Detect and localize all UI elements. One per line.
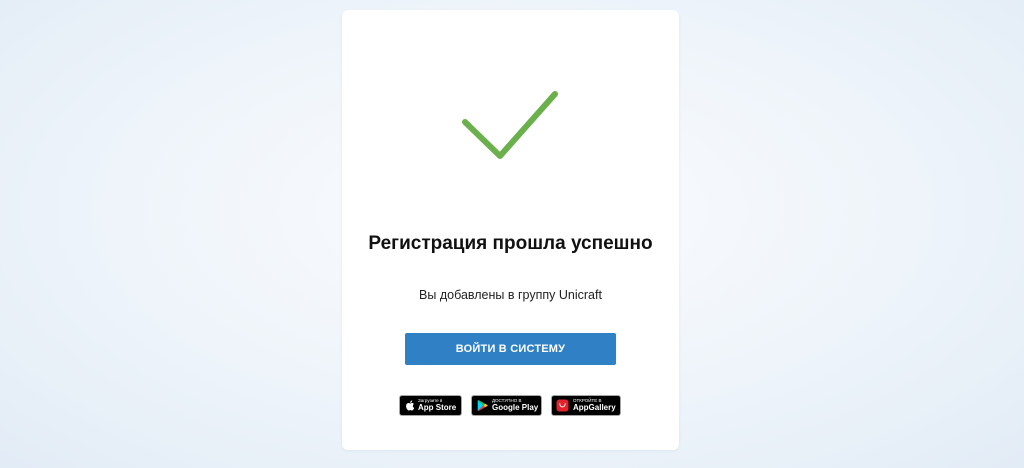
app-store-label: App Store bbox=[418, 403, 457, 412]
huawei-icon bbox=[556, 399, 569, 412]
google-play-label: Google Play bbox=[492, 403, 539, 412]
success-card: Регистрация прошла успешно Вы добавлены … bbox=[342, 10, 679, 450]
group-message: Вы добавлены в группу Unicraft bbox=[419, 288, 602, 302]
app-store-badge[interactable]: Загрузите в App Store bbox=[399, 395, 462, 416]
google-play-badge[interactable]: ДОСТУПНО В Google Play bbox=[471, 395, 542, 416]
app-store-badges: Загрузите в App Store ДОСТУПНО В Google … bbox=[399, 395, 624, 417]
google-play-icon bbox=[477, 400, 488, 411]
page-title: Регистрация прошла успешно bbox=[368, 233, 653, 254]
apple-icon bbox=[406, 400, 415, 411]
appgallery-label: AppGallery bbox=[573, 403, 616, 412]
login-button[interactable]: ВОЙТИ В СИСТЕМУ bbox=[405, 333, 616, 365]
checkmark-icon bbox=[462, 91, 558, 159]
appgallery-badge[interactable]: ОТКРОЙТЕ В AppGallery bbox=[551, 395, 621, 416]
